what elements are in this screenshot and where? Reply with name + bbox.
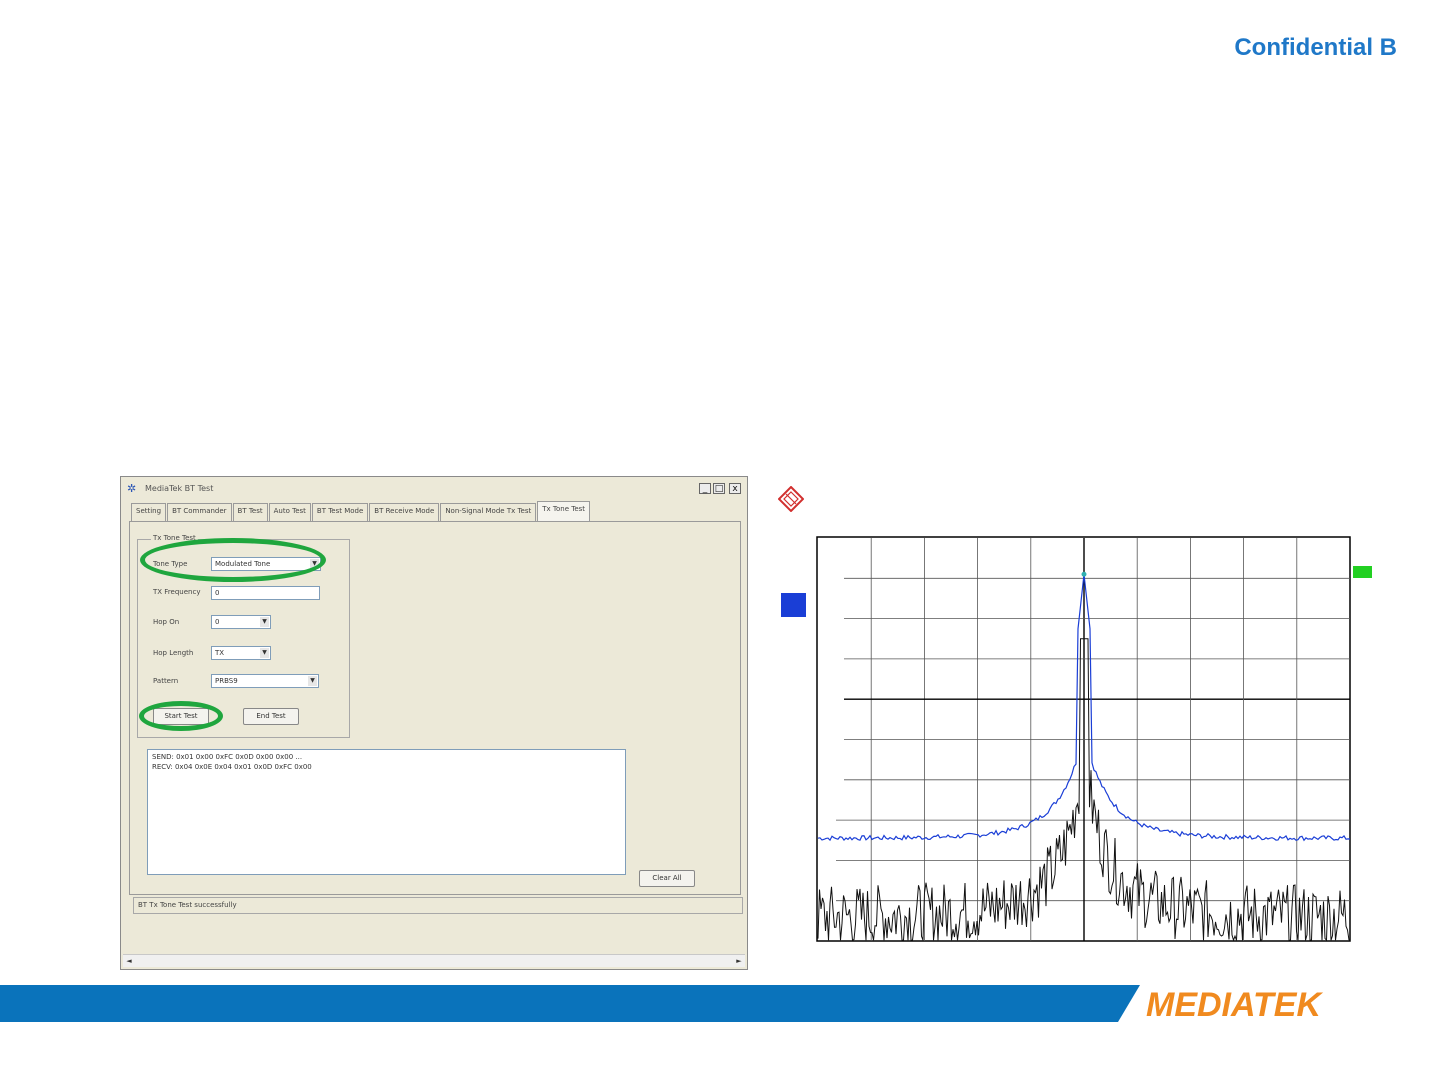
tab-non-signal-tx-test[interactable]: Non-Signal Mode Tx Test bbox=[440, 503, 537, 521]
clear-all-button[interactable]: Clear All bbox=[639, 870, 695, 887]
maximize-button[interactable]: □ bbox=[713, 483, 725, 494]
peak-marker-dot bbox=[1081, 571, 1087, 577]
footer-bar: MEDIATEK bbox=[0, 985, 1323, 1022]
hop-length-label: Hop Length bbox=[153, 649, 194, 657]
horizontal-scrollbar[interactable]: ◄ ► bbox=[123, 954, 745, 967]
tab-bt-test[interactable]: BT Test bbox=[232, 503, 268, 521]
tab-bt-commander[interactable]: BT Commander bbox=[167, 503, 232, 521]
hop-length-select[interactable]: TX ▼ bbox=[211, 646, 271, 660]
scroll-right-icon[interactable]: ► bbox=[733, 955, 745, 967]
log-line: RECV: 0x04 0x0E 0x04 0x01 0x0D 0xFC 0x00 bbox=[152, 763, 312, 771]
start-test-highlight bbox=[139, 701, 223, 731]
spectrum-svg bbox=[816, 536, 1351, 942]
confidential-label: Confidential B bbox=[1234, 34, 1397, 61]
log-output[interactable]: SEND: 0x01 0x00 0xFC 0x0D 0x00 0x00 ... … bbox=[147, 749, 626, 875]
tab-bt-test-mode[interactable]: BT Test Mode bbox=[311, 503, 369, 521]
tab-setting[interactable]: Setting bbox=[131, 503, 167, 521]
trace-marker-green bbox=[1353, 566, 1372, 578]
tab-tx-tone-test[interactable]: Tx Tone Test bbox=[537, 501, 591, 521]
mediatek-logo: MEDIATEK bbox=[1146, 986, 1323, 1022]
hop-length-value: TX bbox=[215, 649, 225, 657]
minimize-button[interactable]: _ bbox=[699, 483, 711, 494]
scroll-left-icon[interactable]: ◄ bbox=[123, 955, 135, 967]
chevron-down-icon[interactable]: ▼ bbox=[260, 648, 269, 658]
rohde-schwarz-logo-icon bbox=[778, 486, 804, 512]
chevron-down-icon[interactable]: ▼ bbox=[260, 617, 269, 627]
trace-marker-blue bbox=[781, 593, 806, 617]
pattern-select[interactable]: PRBS9 ▼ bbox=[211, 674, 319, 688]
tab-auto-test[interactable]: Auto Test bbox=[268, 503, 311, 521]
tab-bt-receive-mode[interactable]: BT Receive Mode bbox=[369, 503, 440, 521]
tx-frequency-label: TX Frequency bbox=[153, 588, 201, 596]
log-line: SEND: 0x01 0x00 0xFC 0x0D 0x00 0x00 ... bbox=[152, 753, 303, 761]
end-test-button[interactable]: End Test bbox=[243, 708, 299, 725]
hop-on-label: Hop On bbox=[153, 618, 180, 626]
status-bar: BT Tx Tone Test successfully bbox=[133, 897, 743, 914]
chevron-down-icon[interactable]: ▼ bbox=[308, 676, 317, 686]
window-title: MediaTek BT Test bbox=[145, 484, 214, 493]
tone-type-highlight bbox=[140, 538, 326, 582]
close-button[interactable]: x bbox=[729, 483, 741, 494]
hop-on-select[interactable]: 0 ▼ bbox=[211, 615, 271, 629]
title-bar[interactable]: ✲ MediaTek BT Test _ □ x bbox=[121, 477, 747, 499]
footer-blue-band bbox=[0, 985, 1140, 1022]
tab-strip: Setting BT Commander BT Test Auto Test B… bbox=[131, 501, 591, 521]
spectrum-plot bbox=[816, 536, 1352, 943]
tx-frequency-input[interactable]: 0 bbox=[211, 586, 320, 600]
hop-on-value: 0 bbox=[215, 618, 220, 626]
pattern-value: PRBS9 bbox=[215, 677, 238, 685]
bluetooth-app-icon: ✲ bbox=[127, 482, 137, 495]
pattern-label: Pattern bbox=[153, 677, 179, 685]
